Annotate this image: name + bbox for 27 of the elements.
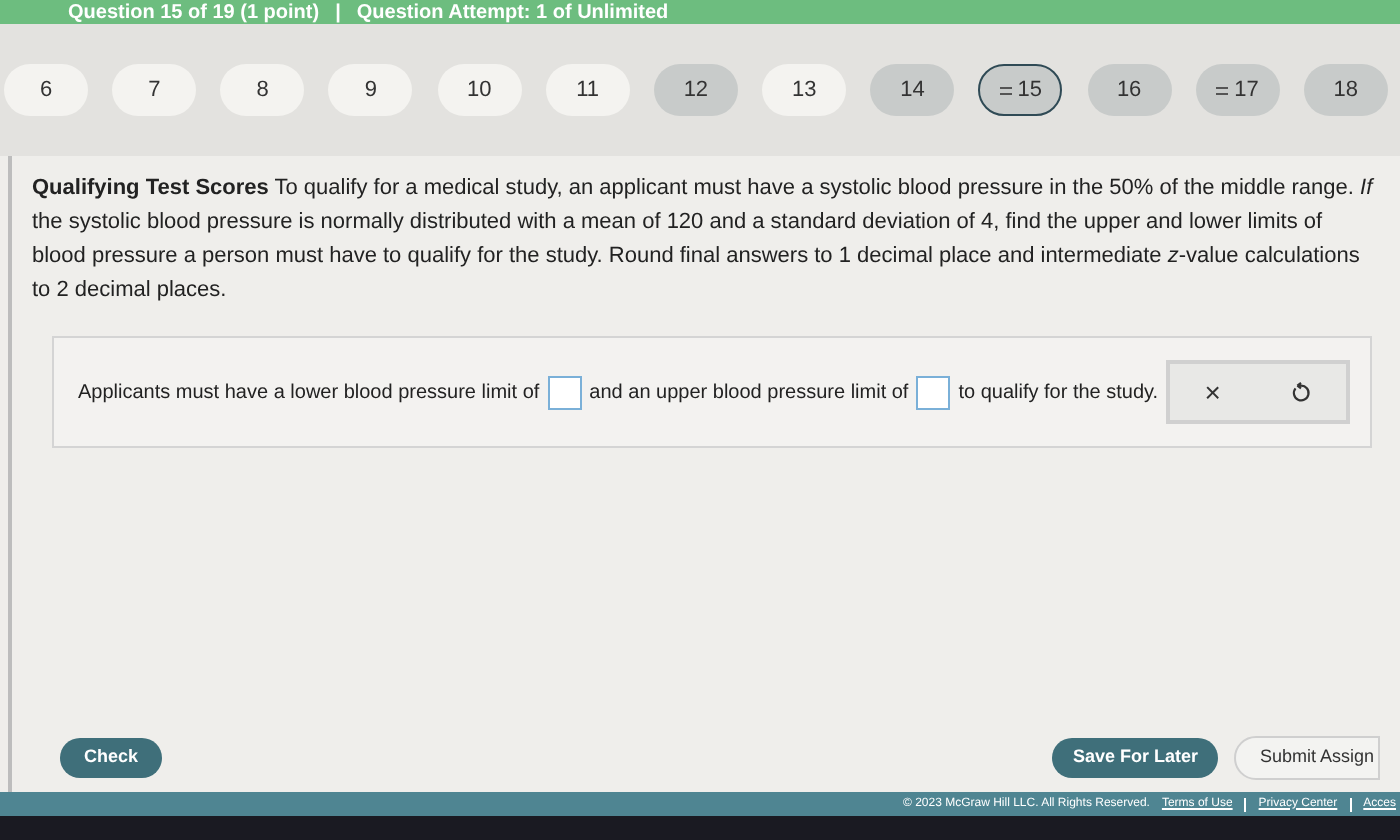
question-tab[interactable]: 17 bbox=[1195, 64, 1280, 116]
question-tab[interactable]: 13 bbox=[762, 64, 847, 116]
answer-text: and an upper blood pressure limit of bbox=[589, 379, 909, 407]
question-number: Question 15 of 19 (1 point) bbox=[68, 4, 320, 24]
question-tab[interactable]: 18 bbox=[1303, 64, 1388, 116]
question-tab[interactable]: 11 bbox=[545, 64, 630, 116]
attempt-info: Question Attempt: 1 of Unlimited bbox=[356, 4, 669, 24]
answer-text: to qualify for the study. bbox=[958, 379, 1159, 407]
reset-icon[interactable] bbox=[1289, 381, 1312, 403]
question-tab[interactable]: 8 bbox=[220, 64, 305, 116]
question-tab[interactable]: 15 bbox=[978, 64, 1063, 116]
answer-text: Applicants must have a lower blood pressure limit of bbox=[78, 379, 540, 407]
submit-button[interactable]: Submit Assign bbox=[1233, 736, 1380, 780]
question-tab[interactable]: 16 bbox=[1087, 64, 1172, 116]
check-button[interactable]: Check bbox=[60, 738, 163, 778]
question-tab[interactable]: 9 bbox=[328, 64, 413, 116]
question-tab[interactable]: 12 bbox=[653, 64, 738, 116]
separator: | bbox=[335, 4, 341, 24]
clear-button[interactable]: × bbox=[1204, 371, 1221, 413]
question-tab[interactable]: 7 bbox=[112, 64, 197, 116]
question-tab[interactable]: 14 bbox=[870, 64, 955, 116]
answer-field[interactable] bbox=[916, 375, 951, 409]
question-tab[interactable]: 6 bbox=[4, 64, 88, 116]
save-button[interactable]: Save For Later bbox=[1052, 738, 1218, 778]
answer-field[interactable] bbox=[547, 375, 582, 409]
problem-text: Qualifying Test Scores To qualify for a medical study, an applicant must have a systolic blood pressure in the 50% of the middle range. If the systolic blood pressure is normally distributed with a mean of 120 and a standard deviation of 4, find the upper and lower limits of blood pressure a person must have to qualify for the study. Round final answers to 1 decimal place and intermediate z-value calculations to 2 decimal places. bbox=[32, 174, 1376, 306]
question-tab[interactable]: 10 bbox=[437, 64, 522, 116]
